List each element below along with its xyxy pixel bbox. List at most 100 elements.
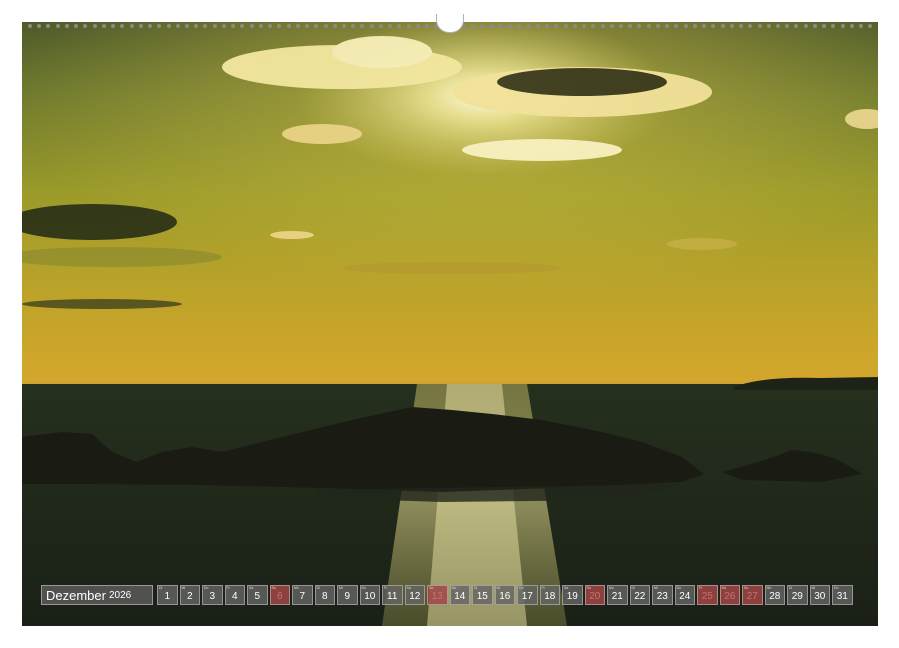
day-cell: So 20: [584, 585, 605, 605]
binding-dot: [785, 24, 790, 28]
day-weekday: Do: [834, 586, 839, 590]
day-cell: Mo 7: [292, 585, 313, 605]
binding-dot: [665, 24, 670, 28]
binding-dot: [240, 24, 245, 28]
day-cell: So 13: [427, 585, 448, 605]
day-weekday: Do: [204, 586, 209, 590]
day-weekday: Di: [474, 586, 478, 590]
day-cell: Mi 9: [337, 585, 358, 605]
binding-dot: [286, 24, 291, 28]
day-weekday: Mi: [654, 586, 658, 590]
binding-dot: [166, 24, 171, 28]
binding-dot: [489, 24, 494, 28]
day-weekday: Do: [519, 586, 524, 590]
binding-dot: [572, 24, 577, 28]
day-cell: Mo 14: [449, 585, 470, 605]
day-number: 29: [791, 591, 803, 602]
day-cell: Sa 26: [719, 585, 740, 605]
day-cell: Do 3: [202, 585, 223, 605]
day-weekday: Sa: [564, 586, 569, 590]
day-weekday: Fr: [384, 586, 388, 590]
binding-dot: [212, 24, 217, 28]
month-year: 2026: [108, 589, 132, 601]
binding-dot: [388, 24, 393, 28]
day-weekday: Sa: [406, 586, 411, 590]
day-cell: Do 10: [359, 585, 380, 605]
day-weekday: So: [744, 586, 749, 590]
day-weekday: Fr: [226, 586, 230, 590]
binding-dot: [674, 24, 679, 28]
day-weekday: Mo: [451, 586, 457, 590]
binding-dot: [711, 24, 716, 28]
day-number: 22: [634, 591, 646, 602]
binding-dot: [535, 24, 540, 28]
binding-dot: [637, 24, 642, 28]
day-number: 19: [566, 591, 578, 602]
day-weekday: Fr: [541, 586, 545, 590]
day-number: 14: [454, 591, 466, 602]
day-weekday: Mo: [609, 586, 614, 590]
binding-dot: [692, 24, 697, 28]
binding-dot: [175, 24, 180, 28]
day-cell: Mi 23: [652, 585, 673, 605]
day-weekday: Fr: [699, 586, 703, 590]
binding-dot: [683, 24, 688, 28]
day-weekday: Di: [159, 586, 163, 590]
binding-dot: [480, 24, 485, 28]
binding-dot: [101, 24, 106, 28]
day-number: 17: [521, 591, 533, 602]
day-cell: Di 15: [472, 585, 493, 605]
binding-dot: [295, 24, 300, 28]
day-weekday: So: [429, 586, 434, 590]
binding-dot: [64, 24, 69, 28]
day-cell: Sa 5: [247, 585, 268, 605]
binding-dot: [517, 24, 522, 28]
day-cell: Mi 30: [809, 585, 830, 605]
day-cell: Di 8: [314, 585, 335, 605]
binding-dot: [554, 24, 559, 28]
binding-dot: [508, 24, 513, 28]
day-weekday: Di: [631, 586, 635, 590]
binding-dot: [351, 24, 356, 28]
day-cell: Di 1: [157, 585, 178, 605]
month-name: Dezember: [46, 587, 106, 603]
binding-dot: [74, 24, 79, 28]
day-weekday: Sa: [249, 586, 254, 590]
day-number: 30: [814, 591, 826, 602]
day-number: 1: [164, 591, 171, 602]
month-label: Dezember 2026: [41, 585, 153, 605]
day-weekday: Do: [676, 586, 681, 590]
day-number: 11: [387, 591, 398, 602]
day-weekday: Mi: [181, 586, 186, 590]
binding-dot: [757, 24, 762, 28]
day-number: 9: [344, 591, 351, 602]
day-number: 21: [611, 591, 623, 602]
day-weekday: Mo: [294, 586, 299, 590]
binding-dot: [803, 24, 808, 28]
day-number: 20: [589, 591, 601, 602]
sun-glow: [22, 22, 878, 392]
day-cell: Do 24: [674, 585, 695, 605]
day-weekday: So: [586, 586, 591, 590]
day-cell: Fr 18: [539, 585, 560, 605]
binding-dot: [332, 24, 337, 28]
day-cell: Mi 2: [179, 585, 200, 605]
day-cell: Sa 19: [562, 585, 583, 605]
day-weekday: Mi: [339, 586, 343, 590]
day-cell: Mo 21: [607, 585, 628, 605]
day-cell: So 27: [742, 585, 763, 605]
day-cell: Fr 25: [697, 585, 718, 605]
day-number: 24: [679, 591, 691, 602]
day-cell: Di 29: [787, 585, 808, 605]
binding-dot: [406, 24, 411, 28]
day-weekday: Mi: [811, 586, 816, 590]
binding-dot: [415, 24, 420, 28]
day-cell: Do 17: [517, 585, 538, 605]
day-number: 10: [364, 591, 376, 602]
binding-dot: [111, 24, 116, 28]
binding-dot: [609, 24, 614, 28]
binding-dot: [471, 24, 476, 28]
binding-dot: [812, 24, 817, 28]
binding-dot: [655, 24, 660, 28]
binding-dot: [194, 24, 199, 28]
